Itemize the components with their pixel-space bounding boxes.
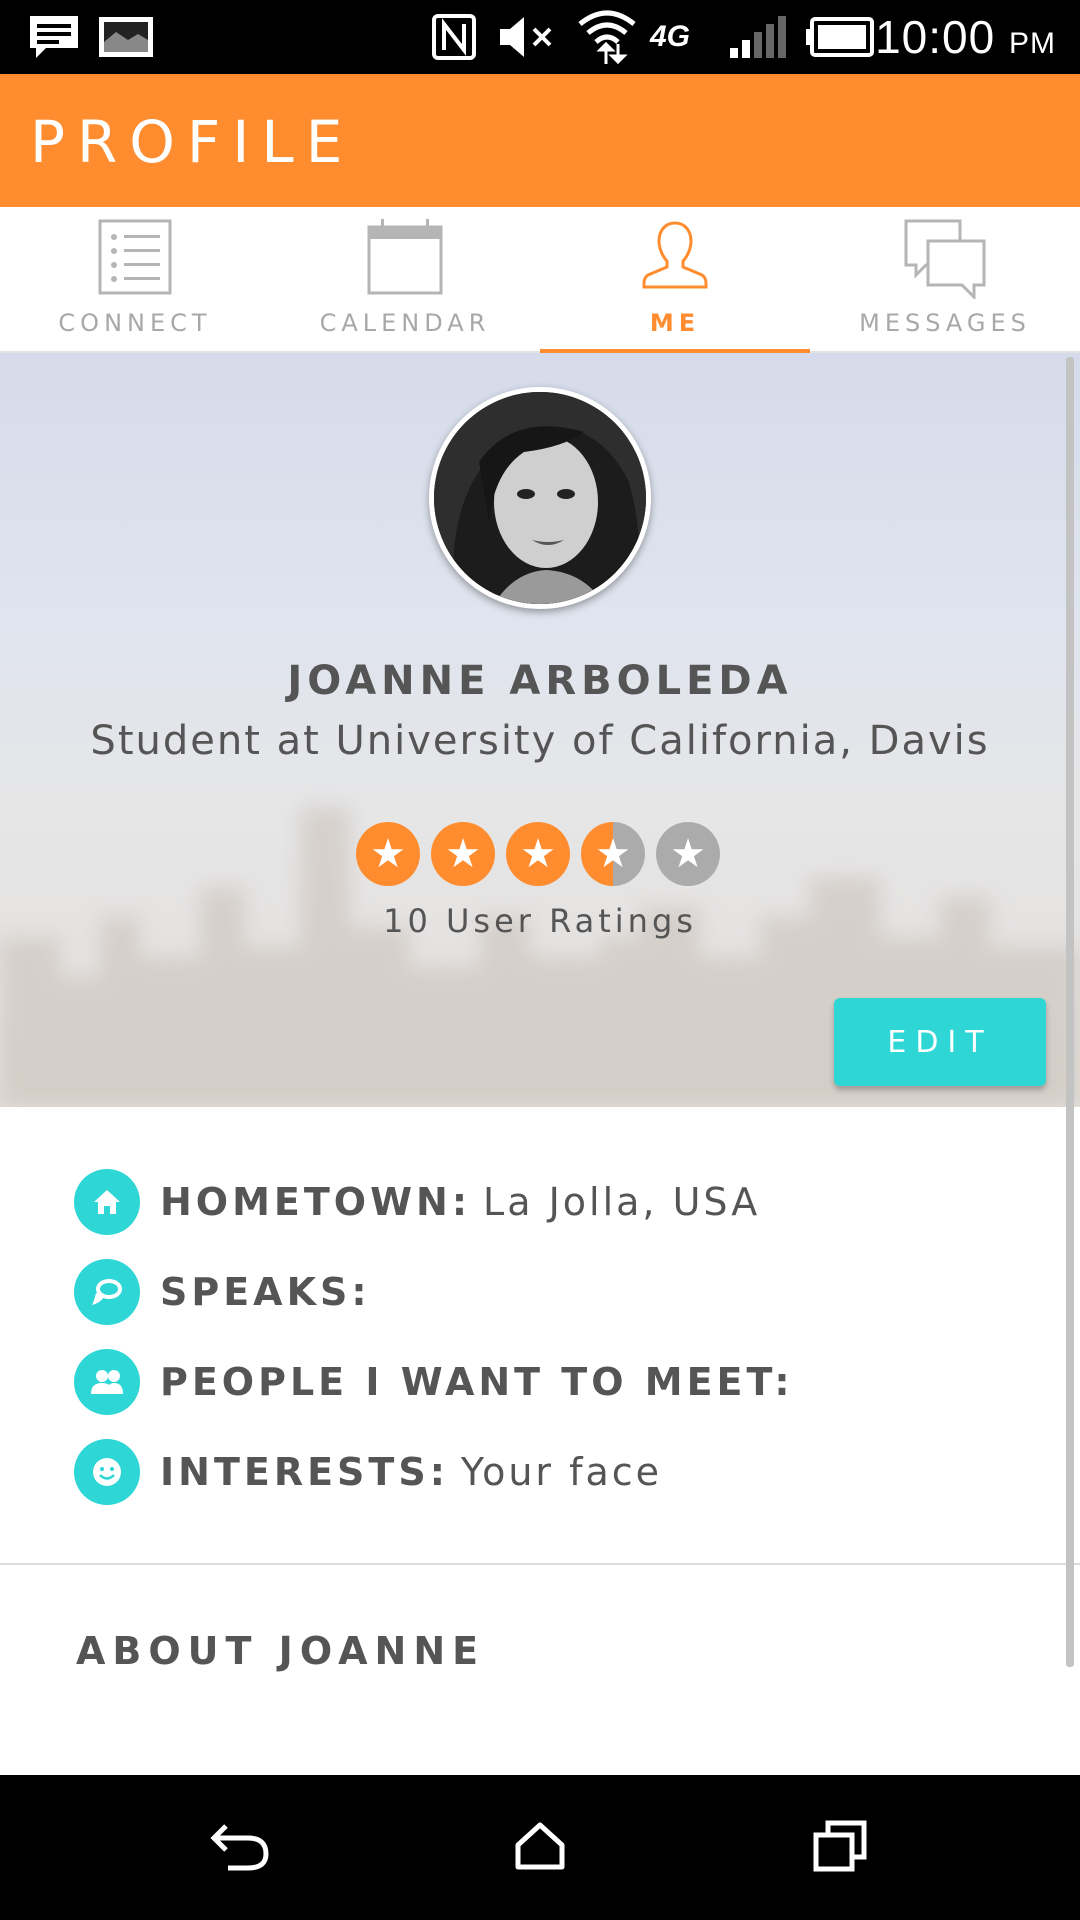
tab-bar: CONNECT CALENDAR ME MESSAGES bbox=[0, 207, 1080, 355]
speech-bubble-icon bbox=[74, 1259, 140, 1325]
star-icon: ★ bbox=[581, 822, 645, 886]
scrollbar[interactable] bbox=[1066, 357, 1074, 1667]
image-notification-icon bbox=[98, 14, 154, 60]
mute-icon bbox=[498, 14, 556, 60]
avatar bbox=[429, 387, 651, 609]
detail-people-to-meet: PEOPLE I WANT TO MEET: bbox=[74, 1349, 806, 1415]
ratings-count: 10 User Ratings bbox=[383, 902, 697, 940]
detail-speaks: SPEAKS: bbox=[74, 1259, 383, 1325]
smiley-icon bbox=[74, 1439, 140, 1505]
star-icon: ★ bbox=[431, 822, 495, 886]
battery-icon bbox=[806, 14, 876, 60]
tab-connect[interactable]: CONNECT bbox=[0, 207, 270, 353]
section-divider bbox=[0, 1563, 1080, 1565]
profile-name: JOANNE ARBOLEDA bbox=[287, 658, 793, 704]
recents-icon[interactable] bbox=[800, 1811, 880, 1881]
tab-messages[interactable]: MESSAGES bbox=[810, 207, 1080, 353]
wifi-icon bbox=[576, 10, 638, 65]
people-icon bbox=[74, 1349, 140, 1415]
star-icon: ★ bbox=[506, 822, 570, 886]
tab-me[interactable]: ME bbox=[540, 207, 810, 355]
home-icon bbox=[74, 1169, 140, 1235]
detail-hometown: HOMETOWN: La Jolla, USA bbox=[74, 1169, 760, 1235]
status-bar: 4G 10:00 PM bbox=[0, 0, 1080, 74]
clock: 10:00 PM bbox=[875, 11, 1056, 63]
nfc-icon bbox=[432, 14, 476, 60]
edit-button[interactable]: EDIT bbox=[834, 998, 1046, 1086]
signal-icon bbox=[728, 14, 790, 60]
chat-bubbles-icon bbox=[904, 219, 986, 303]
star-icon: ★ bbox=[356, 822, 420, 886]
about-heading: ABOUT JOANNE bbox=[76, 1629, 486, 1673]
tab-calendar[interactable]: CALENDAR bbox=[270, 207, 540, 353]
message-notification-icon bbox=[28, 14, 80, 60]
list-icon bbox=[98, 219, 172, 299]
home-icon[interactable] bbox=[500, 1811, 580, 1881]
back-icon[interactable] bbox=[200, 1811, 280, 1881]
profile-content: JOANNE ARBOLEDA Student at University of… bbox=[0, 353, 1080, 1775]
navigation-bar bbox=[0, 1775, 1080, 1920]
network-type: 4G bbox=[650, 20, 691, 53]
star-icon: ★ bbox=[656, 822, 720, 886]
page-title: PROFILE bbox=[30, 108, 355, 176]
detail-interests: INTERESTS: Your face bbox=[74, 1439, 662, 1505]
profile-subtitle: Student at University of California, Dav… bbox=[90, 718, 990, 764]
star-rating: ★ ★ ★ ★ ★ bbox=[356, 822, 726, 888]
calendar-icon bbox=[367, 219, 443, 299]
app-bar: PROFILE bbox=[0, 74, 1080, 207]
person-icon bbox=[642, 219, 708, 293]
profile-header: JOANNE ARBOLEDA Student at University of… bbox=[0, 353, 1080, 1107]
